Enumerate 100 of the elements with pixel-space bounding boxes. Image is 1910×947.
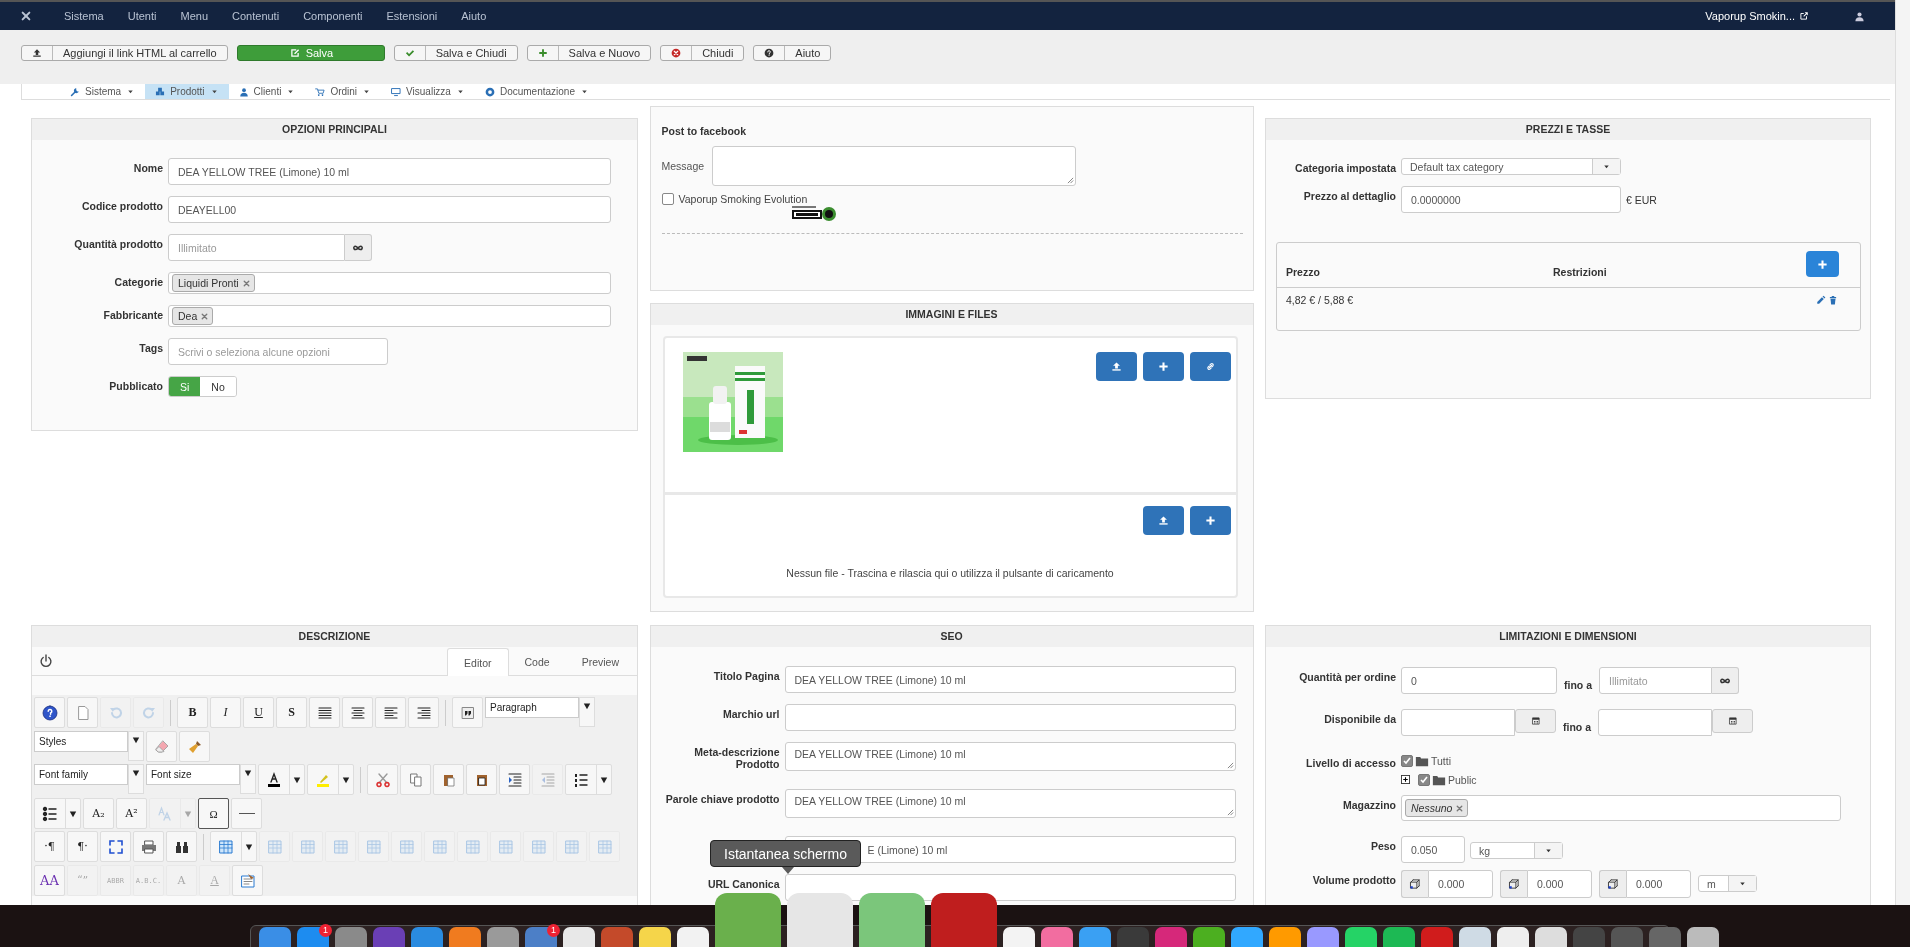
dimension-field[interactable]: 0.000 xyxy=(1428,870,1493,898)
tree-label: Tutti xyxy=(1431,754,1452,767)
remove-icon[interactable] xyxy=(200,311,210,321)
logo-icon[interactable] xyxy=(20,10,32,22)
link-button[interactable] xyxy=(1189,352,1231,381)
power-icon[interactable] xyxy=(39,654,53,668)
submenu-item[interactable]: Ordini xyxy=(305,84,382,99)
editor-tab[interactable]: Editor xyxy=(447,648,509,676)
editor-button[interactable]: ¶· xyxy=(67,831,98,862)
copy-icon xyxy=(407,771,424,788)
calendar-button[interactable] xyxy=(1712,709,1753,733)
delete-icon[interactable] xyxy=(1828,295,1838,305)
toolbar-button[interactable]: Aggiungi il link HTML al carrello xyxy=(21,45,228,61)
editor-tab[interactable]: Preview xyxy=(565,648,635,675)
nav-menu-item[interactable]: Estensioni xyxy=(386,10,438,22)
text-field[interactable]: DEAYELL00 xyxy=(168,196,611,223)
add-button[interactable] xyxy=(1142,352,1184,381)
submenu-item[interactable]: Visualizza xyxy=(381,84,475,99)
dropdown[interactable]: kg xyxy=(1470,842,1563,859)
upload-button[interactable] xyxy=(1142,506,1184,535)
caret-icon xyxy=(1602,162,1611,171)
tag-field[interactable]: Dea xyxy=(168,305,611,327)
date-field[interactable] xyxy=(1598,709,1712,736)
split-button[interactable] xyxy=(565,764,612,795)
editor-button[interactable]: B xyxy=(177,697,208,728)
empty-message: Nessun file - Trascina e rilascia qui o utilizza il pulsante di caricamento xyxy=(785,567,1115,579)
editor-button[interactable]: Ω xyxy=(198,798,229,829)
site-link[interactable]: Vaporup Smokin... xyxy=(1705,10,1809,22)
field-label: fino a xyxy=(1563,720,1591,733)
dropdown[interactable]: m xyxy=(1698,875,1757,892)
scissors-icon xyxy=(374,771,391,788)
date-field[interactable] xyxy=(1401,709,1515,736)
edit-icon[interactable] xyxy=(1816,295,1826,305)
checkbox[interactable] xyxy=(1401,754,1413,767)
expand-icon[interactable] xyxy=(1401,775,1410,784)
toolbar-button[interactable]: Aiuto xyxy=(753,45,832,61)
message-field[interactable] xyxy=(712,146,1077,186)
tag-field[interactable]: Nessuno xyxy=(1401,795,1841,821)
add-button[interactable] xyxy=(1806,251,1839,277)
app-icon[interactable]: 1 xyxy=(297,927,329,947)
add-button[interactable] xyxy=(1189,506,1231,535)
split-button[interactable] xyxy=(258,764,305,795)
remove-icon[interactable] xyxy=(1455,803,1465,813)
min-quantity-field[interactable]: 0 xyxy=(1401,667,1557,694)
checkbox[interactable] xyxy=(1418,773,1430,786)
submenu-item[interactable]: Prodotti xyxy=(145,84,229,99)
scrollbar-track[interactable] xyxy=(1895,0,1910,905)
dimension-field[interactable]: 0.000 xyxy=(1626,870,1691,898)
editor-button[interactable] xyxy=(34,697,65,728)
editor-tab[interactable]: Code xyxy=(508,648,566,675)
price-field[interactable]: 0.0000000 xyxy=(1401,186,1621,213)
submenu-item[interactable]: Documentazione xyxy=(474,84,599,99)
table-icon xyxy=(563,838,580,855)
editor-button[interactable] xyxy=(466,764,497,795)
text-field[interactable] xyxy=(784,704,1236,731)
text-area[interactable]: DEA YELLOW TREE (Limone) 10 ml xyxy=(784,789,1236,818)
submenu-item[interactable]: Sistema xyxy=(60,84,146,99)
editor-button[interactable]: U xyxy=(243,697,274,728)
toolbar-button[interactable]: Salva e Chiudi xyxy=(393,45,518,61)
split-button[interactable] xyxy=(34,798,81,829)
unlimited-button[interactable] xyxy=(1712,667,1739,694)
tooltip: Istantanea schermo xyxy=(710,840,861,867)
nav-menu-item[interactable]: Menu xyxy=(180,10,209,22)
checkbox[interactable] xyxy=(661,193,674,205)
tag-label: Dea xyxy=(178,310,198,322)
weight-field[interactable]: 0.050 xyxy=(1401,836,1465,863)
text-area[interactable]: DEA YELLOW TREE (Limone) 10 ml xyxy=(784,742,1236,771)
tag-label: Liquidi Pronti xyxy=(178,277,239,289)
nav-menu-item[interactable]: Sistema xyxy=(64,10,104,22)
toolbar-button[interactable]: Salva e Nuovo xyxy=(526,45,652,61)
dropdown[interactable]: Default tax category xyxy=(1401,158,1621,175)
editor-button[interactable]: S xyxy=(276,697,307,728)
upload-button[interactable] xyxy=(1095,352,1137,381)
nav-menu-item[interactable]: Contenuti xyxy=(232,10,280,22)
text-field[interactable]: DEA YELLOW TREE (Limone) 10 ml xyxy=(784,666,1236,693)
editor-button[interactable]: A₂ xyxy=(83,798,114,829)
unlimited-button[interactable] xyxy=(345,234,372,261)
toggle-option[interactable]: No xyxy=(200,377,236,396)
tag-field[interactable]: Liquidi Pronti xyxy=(168,272,611,294)
user-menu-icon[interactable] xyxy=(1854,10,1865,22)
editor-button[interactable] xyxy=(166,831,197,862)
nav-menu-item[interactable]: Aiuto xyxy=(461,10,487,22)
calendar-button[interactable] xyxy=(1515,709,1556,733)
caret-icon xyxy=(184,809,192,818)
editor-button[interactable] xyxy=(309,697,340,728)
cube-icon xyxy=(1409,878,1421,890)
editor-button[interactable]: AA xyxy=(34,865,65,896)
app-icon[interactable]: 1 xyxy=(525,927,557,947)
nav-menu-item[interactable]: Componenti xyxy=(303,10,363,22)
dimension-field[interactable]: 0.000 xyxy=(1527,870,1592,898)
remove-icon[interactable] xyxy=(241,278,251,288)
editor-button[interactable]: ·¶ xyxy=(34,831,65,862)
editor-button[interactable]: I xyxy=(210,697,241,728)
toolbar-button[interactable]: Chiudi xyxy=(660,45,745,61)
resize-grip-icon xyxy=(1067,177,1075,184)
resize-grip-icon xyxy=(1226,762,1234,769)
editor-button[interactable]: A² xyxy=(116,798,147,829)
nav-menu-item[interactable]: Utenti xyxy=(127,10,157,22)
text-field[interactable]: DEA YELLOW TREE (Limone) 10 ml xyxy=(168,158,611,185)
submenu-item[interactable]: Clienti xyxy=(228,84,306,99)
